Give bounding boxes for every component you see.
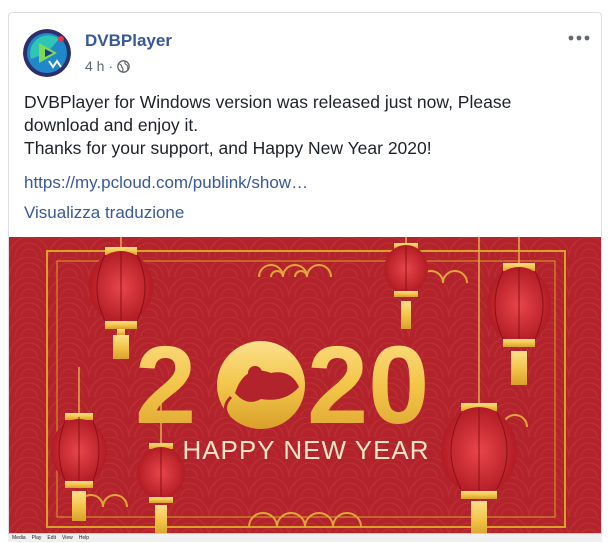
page-avatar[interactable]	[23, 29, 71, 77]
new-year-banner-image[interactable]: 2 20 HAPPY NEW YEAR	[9, 237, 601, 539]
post-text-line: Thanks for your support, and Happy New Y…	[24, 138, 432, 158]
post-text: DVBPlayer for Windows version was releas…	[24, 91, 584, 160]
dvbplayer-logo-icon	[23, 29, 71, 77]
more-horizontal-icon[interactable]	[567, 31, 591, 45]
globe-icon[interactable]	[117, 59, 130, 73]
menu-item-edit[interactable]: Edit	[47, 534, 56, 542]
page-name-link[interactable]: DVBPlayer	[85, 31, 172, 51]
see-translation-link[interactable]: Visualizza traduzione	[24, 203, 184, 223]
year-digits-20: 20	[307, 324, 429, 447]
meta-separator: ·	[108, 58, 114, 74]
year-digit-2: 2	[135, 324, 196, 447]
greeting-text: HAPPY NEW YEAR	[182, 435, 429, 465]
menu-item-media[interactable]: Media	[12, 534, 26, 542]
menu-item-play[interactable]: Play	[32, 534, 42, 542]
banner-artwork: 2 20 HAPPY NEW YEAR	[9, 237, 601, 539]
post-text-line: DVBPlayer for Windows version was releas…	[24, 92, 512, 112]
menu-item-help[interactable]: Help	[79, 534, 89, 542]
post-text-line: download and enjoy it.	[24, 115, 199, 135]
download-link[interactable]: https://my.pcloud.com/publink/show…	[24, 173, 308, 193]
menu-bar: Media Play Edit View Help	[8, 533, 602, 542]
post-timestamp[interactable]: 4 h	[85, 58, 104, 74]
post-card: DVBPlayer 4 h · DVBPlayer for Windows ve…	[8, 12, 602, 540]
post-meta: 4 h ·	[85, 58, 130, 74]
menu-item-view[interactable]: View	[62, 534, 73, 542]
